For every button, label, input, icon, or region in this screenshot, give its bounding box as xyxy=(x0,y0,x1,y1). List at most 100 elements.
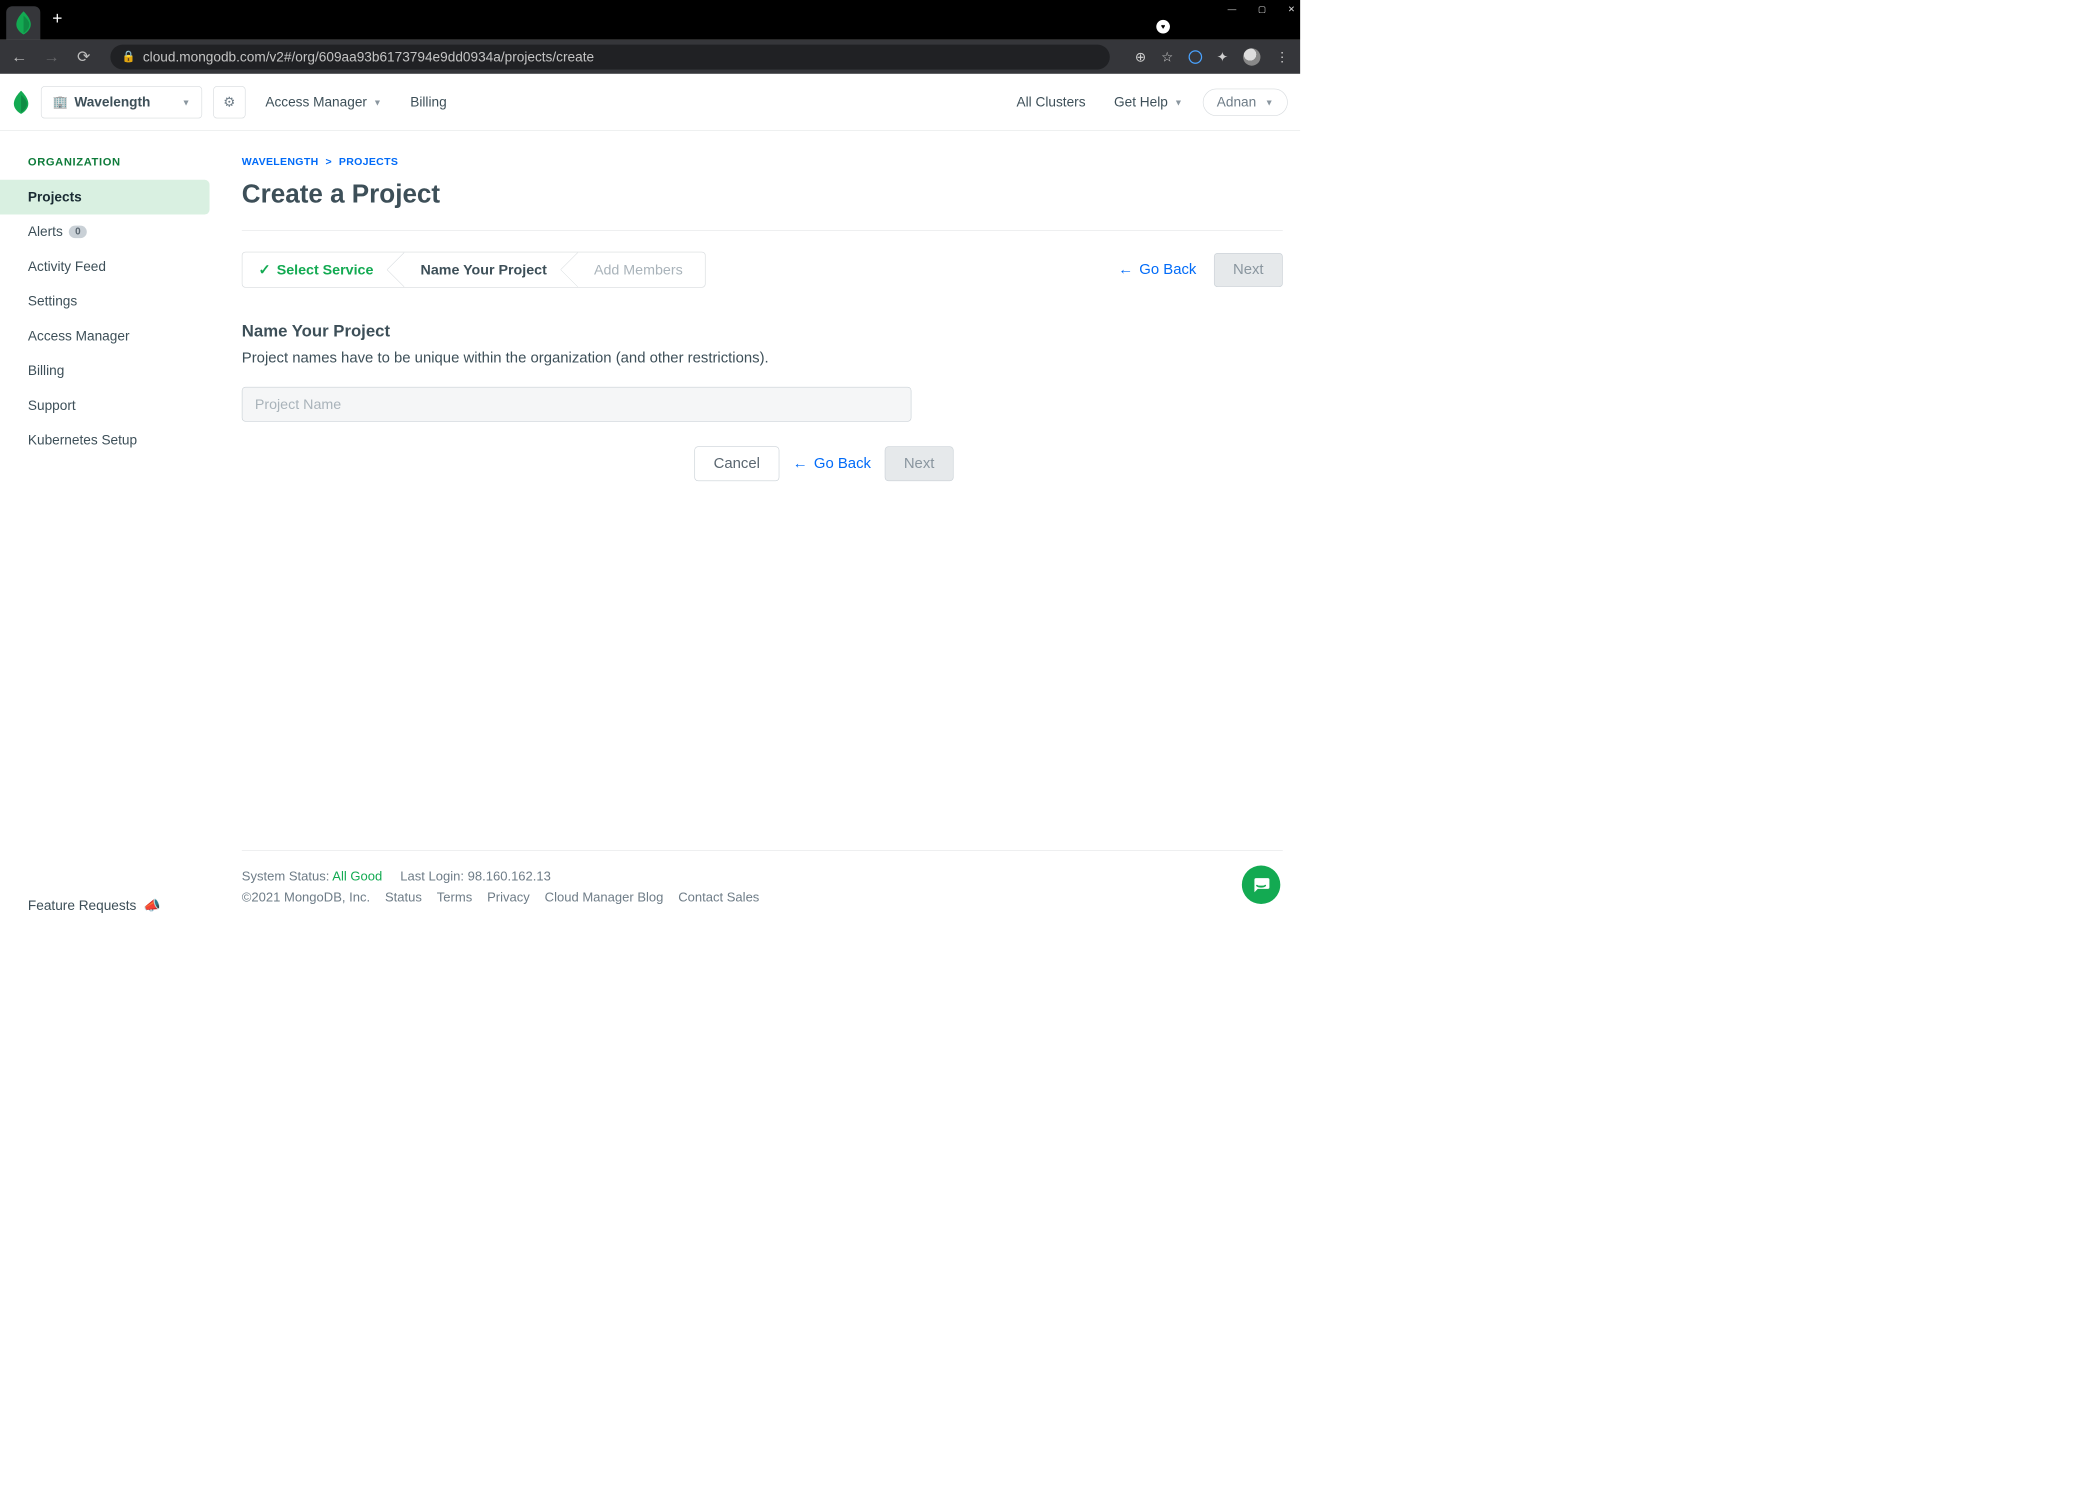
browser-menu-icon[interactable]: ⋮ xyxy=(1275,49,1289,65)
page-title: Create a Project xyxy=(242,179,1283,209)
sidebar-item-projects[interactable]: Projects xyxy=(0,180,210,215)
browser-tabstrip: + ♥ — ▢ ✕ xyxy=(0,0,1300,40)
sidebar-item-alerts[interactable]: Alerts 0 xyxy=(0,215,210,250)
go-back-label: Go Back xyxy=(814,455,871,472)
get-help-label: Get Help xyxy=(1114,94,1168,110)
sidebar-item-label: Projects xyxy=(28,189,82,205)
megaphone-icon: 📣 xyxy=(144,898,161,914)
billing-link[interactable]: Billing xyxy=(402,94,456,110)
footer-link-blog[interactable]: Cloud Manager Blog xyxy=(545,890,664,905)
profile-avatar-icon[interactable] xyxy=(1243,48,1260,65)
footer-link-contact[interactable]: Contact Sales xyxy=(678,890,759,905)
next-button-bottom[interactable]: Next xyxy=(885,446,954,481)
footer-link-privacy[interactable]: Privacy xyxy=(487,890,530,905)
sidebar-item-label: Kubernetes Setup xyxy=(28,432,137,448)
all-clusters-label: All Clusters xyxy=(1017,94,1086,110)
nav-back-icon[interactable]: ← xyxy=(11,47,27,66)
next-label: Next xyxy=(904,455,935,472)
section-title: Name Your Project xyxy=(242,322,1283,341)
sidebar-item-support[interactable]: Support xyxy=(0,388,210,423)
footer-copyright: ©2021 MongoDB, Inc. xyxy=(242,890,370,905)
lock-icon: 🔒 xyxy=(122,50,136,63)
step-name-project[interactable]: Name Your Project xyxy=(396,252,569,287)
cancel-label: Cancel xyxy=(714,455,760,472)
all-clusters-link[interactable]: All Clusters xyxy=(1008,94,1094,110)
next-button-top[interactable]: Next xyxy=(1214,253,1283,287)
system-status-value: All Good xyxy=(332,869,382,883)
nav-reload-icon[interactable]: ⟳ xyxy=(76,47,92,66)
sidebar-item-label: Billing xyxy=(28,363,64,379)
sidebar: ORGANIZATION Projects Alerts 0 Activity … xyxy=(0,131,217,924)
system-status-label: System Status: xyxy=(242,869,332,883)
org-settings-button[interactable]: ⚙ xyxy=(213,86,245,118)
mongodb-leaf-icon xyxy=(15,11,32,36)
breadcrumb-separator: > xyxy=(325,156,331,168)
browser-toolbar: ← → ⟳ 🔒 cloud.mongodb.com/v2#/org/609aa9… xyxy=(0,40,1300,74)
sidebar-item-activity-feed[interactable]: Activity Feed xyxy=(0,249,210,284)
app-header: 🏢 Wavelength ▼ ⚙ Access Manager ▼ Billin… xyxy=(0,74,1300,131)
project-name-input[interactable] xyxy=(242,387,912,422)
chevron-down-icon: ▼ xyxy=(1174,97,1183,107)
zoom-icon[interactable]: ⊕ xyxy=(1135,49,1146,65)
user-name: Adnan xyxy=(1217,94,1256,110)
access-manager-menu[interactable]: Access Manager ▼ xyxy=(257,94,391,110)
footer-link-status[interactable]: Status xyxy=(385,890,422,905)
step-add-members: Add Members xyxy=(569,252,705,287)
step-label: Name Your Project xyxy=(421,261,547,278)
alerts-count-badge: 0 xyxy=(69,226,87,238)
nav-forward-icon[interactable]: → xyxy=(43,47,59,66)
bookmark-star-icon[interactable]: ☆ xyxy=(1161,49,1173,65)
mongodb-logo-icon[interactable] xyxy=(12,90,29,115)
breadcrumb-section[interactable]: PROJECTS xyxy=(339,156,398,168)
footer-link-terms[interactable]: Terms xyxy=(437,890,472,905)
access-manager-label: Access Manager xyxy=(265,94,367,110)
step-label: Add Members xyxy=(594,261,683,278)
go-back-link-top[interactable]: ← Go Back xyxy=(1118,261,1196,278)
address-bar[interactable]: 🔒 cloud.mongodb.com/v2#/org/609aa93b6173… xyxy=(110,44,1110,69)
arrow-left-icon: ← xyxy=(1118,261,1133,278)
extensions-puzzle-icon[interactable]: ✦ xyxy=(1217,49,1228,65)
wizard-steps: Select Service Name Your Project Add Mem… xyxy=(242,252,706,288)
cancel-button[interactable]: Cancel xyxy=(694,446,779,481)
browser-tab-active[interactable] xyxy=(6,6,40,39)
breadcrumb-org[interactable]: WAVELENGTH xyxy=(242,156,319,168)
extension-1password-icon[interactable] xyxy=(1188,50,1202,64)
arrow-left-icon: ← xyxy=(793,455,808,472)
go-back-label: Go Back xyxy=(1139,261,1196,278)
sidebar-item-label: Access Manager xyxy=(28,328,130,344)
user-menu[interactable]: Adnan ▼ xyxy=(1202,88,1287,115)
chevron-down-icon: ▼ xyxy=(1265,97,1274,107)
sidebar-heading: ORGANIZATION xyxy=(0,156,217,180)
billing-label: Billing xyxy=(410,94,446,110)
org-icon: 🏢 xyxy=(53,94,68,110)
sidebar-item-settings[interactable]: Settings xyxy=(0,284,210,319)
window-maximize-icon[interactable]: ▢ xyxy=(1258,4,1266,15)
sidebar-item-kubernetes[interactable]: Kubernetes Setup xyxy=(0,423,210,458)
step-select-service[interactable]: Select Service xyxy=(242,252,395,287)
step-label: Select Service xyxy=(277,261,374,278)
address-url: cloud.mongodb.com/v2#/org/609aa93b617379… xyxy=(143,49,594,65)
chevron-down-icon: ▼ xyxy=(182,97,191,107)
window-close-icon[interactable]: ✕ xyxy=(1288,4,1295,15)
feature-requests-label: Feature Requests xyxy=(28,898,136,914)
org-selector[interactable]: 🏢 Wavelength ▼ xyxy=(41,86,202,118)
gear-icon: ⚙ xyxy=(223,94,235,110)
org-name: Wavelength xyxy=(74,94,150,110)
sidebar-item-billing[interactable]: Billing xyxy=(0,353,210,388)
divider xyxy=(242,230,1283,231)
sidebar-item-access-manager[interactable]: Access Manager xyxy=(0,319,210,354)
feature-requests-link[interactable]: Feature Requests 📣 xyxy=(28,898,161,914)
sidebar-item-label: Alerts xyxy=(28,224,63,240)
tab-indicator-icon[interactable]: ♥ xyxy=(1156,20,1170,34)
get-help-menu[interactable]: Get Help ▼ xyxy=(1105,94,1191,110)
window-minimize-icon[interactable]: — xyxy=(1228,4,1237,15)
next-label: Next xyxy=(1233,261,1264,278)
breadcrumb: WAVELENGTH > PROJECTS xyxy=(242,156,1283,168)
go-back-link-bottom[interactable]: ← Go Back xyxy=(793,455,871,472)
intercom-chat-button[interactable] xyxy=(1242,866,1280,904)
new-tab-button[interactable]: + xyxy=(43,5,71,33)
sidebar-item-label: Support xyxy=(28,397,76,413)
section-description: Project names have to be unique within t… xyxy=(242,350,1283,367)
chevron-down-icon: ▼ xyxy=(373,97,382,107)
last-login-label: Last Login: xyxy=(400,869,467,883)
